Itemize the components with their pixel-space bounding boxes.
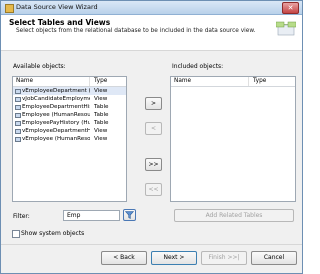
close-button[interactable]: ✕ xyxy=(282,2,299,14)
column-header-type[interactable]: Type xyxy=(249,77,266,86)
remove-selected-button[interactable]: < xyxy=(145,122,162,135)
view-icon xyxy=(15,128,21,134)
available-list-header: Name Type xyxy=(13,77,126,87)
view-icon xyxy=(15,136,21,142)
page-description: Select objects from the relational datab… xyxy=(16,28,256,34)
funnel-icon xyxy=(124,211,135,220)
show-system-objects-checkbox[interactable] xyxy=(12,230,20,238)
view-icon xyxy=(15,96,21,102)
footer-divider xyxy=(1,244,302,245)
add-all-button[interactable]: >> xyxy=(145,158,162,171)
table-icon xyxy=(15,120,21,126)
wizard-header: Select Tables and Views Select objects f… xyxy=(1,15,302,51)
remove-all-button[interactable]: << xyxy=(145,183,162,196)
title-bar: Data Source View Wizard ✕ xyxy=(1,1,302,15)
cancel-button[interactable]: Cancel xyxy=(251,251,297,265)
list-item[interactable]: vEmployeeDepartment (H... View xyxy=(13,87,126,95)
table-icon xyxy=(15,104,21,110)
list-item[interactable]: vEmployee (HumanResou... View xyxy=(13,135,126,143)
column-header-type[interactable]: Type xyxy=(90,77,107,86)
list-item[interactable]: vEmployeeDepartmentHi... View xyxy=(13,127,126,135)
column-header-name[interactable]: Name xyxy=(171,77,249,86)
view-icon xyxy=(15,88,21,94)
list-item[interactable]: EmployeePayHistory (Hu... Table xyxy=(13,119,126,127)
show-system-objects-label: Show system objects xyxy=(21,230,85,237)
filter-button[interactable] xyxy=(123,209,136,221)
list-item[interactable]: vJobCandidateEmployme... View xyxy=(13,95,126,103)
included-list-header: Name Type xyxy=(171,77,295,87)
included-objects-list[interactable]: Name Type xyxy=(170,76,296,202)
add-related-tables-button[interactable]: Add Related Tables xyxy=(174,209,294,222)
page-title: Select Tables and Views xyxy=(9,18,111,27)
filter-input[interactable]: Emp xyxy=(63,210,120,221)
wizard-window: Data Source View Wizard ✕ Select Tables … xyxy=(0,0,303,274)
included-objects-label: Included objects: xyxy=(172,63,224,70)
window-title: Data Source View Wizard xyxy=(16,3,98,11)
add-selected-button[interactable]: > xyxy=(145,97,162,110)
app-icon xyxy=(5,4,14,13)
back-button[interactable]: < Back xyxy=(101,251,147,265)
list-item[interactable]: EmployeeDepartmentHist... Table xyxy=(13,103,126,111)
next-button[interactable]: Next > xyxy=(151,251,197,265)
column-header-name[interactable]: Name xyxy=(13,77,90,86)
wizard-graphic-icon xyxy=(276,21,296,36)
list-item[interactable]: Employee (HumanResour... Table xyxy=(13,111,126,119)
finish-button[interactable]: Finish >>| xyxy=(201,251,247,265)
table-icon xyxy=(15,112,21,118)
available-objects-label: Available objects: xyxy=(13,63,66,70)
filter-label: Filter: xyxy=(13,213,30,220)
available-objects-list[interactable]: Name Type vEmployeeDepartment (H... View… xyxy=(12,76,127,202)
